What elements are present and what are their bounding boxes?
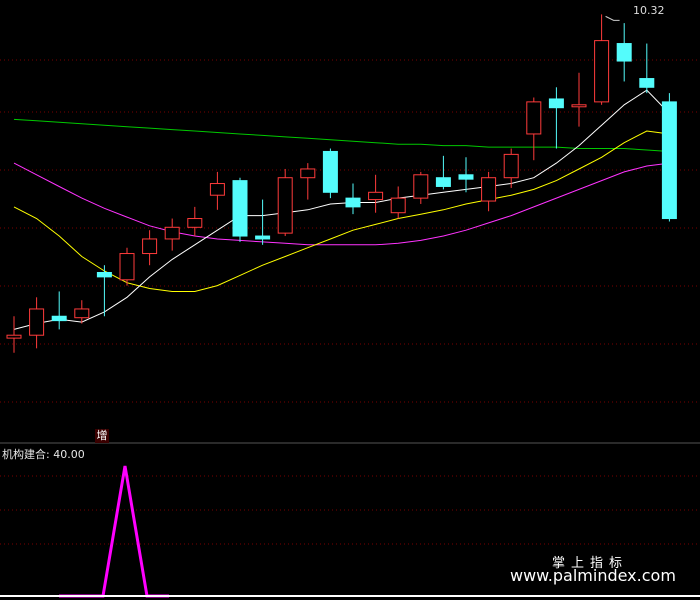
stock-chart (0, 14, 700, 598)
candle-18 (413, 171, 429, 204)
candle-25 (571, 72, 587, 127)
candle-26 (594, 14, 610, 105)
candle-1 (29, 297, 45, 349)
indicator-name: 机构建合 (2, 448, 46, 461)
indicator-line (59, 465, 169, 598)
candle-0 (6, 316, 22, 353)
candle-body-15 (345, 197, 361, 208)
candle-body-29 (661, 101, 677, 220)
increase-badge: 增 (95, 429, 109, 443)
candle-body-11 (255, 235, 271, 240)
candle-2 (51, 291, 67, 330)
candle-28 (639, 43, 655, 94)
ma-extra-line (13, 118, 670, 152)
candle-21 (481, 171, 497, 212)
candle-body-23 (526, 101, 542, 135)
candle-23 (526, 97, 542, 161)
candle-body-6 (142, 238, 158, 255)
high-marker (605, 15, 620, 21)
candle-body-21 (481, 177, 497, 202)
candle-10 (232, 177, 248, 242)
candle-body-3 (74, 308, 90, 319)
candle-body-27 (616, 43, 632, 62)
candle-15 (345, 183, 361, 215)
candle-body-13 (300, 168, 316, 179)
candle-body-26 (594, 40, 610, 103)
candlesticks (6, 14, 677, 353)
candle-body-0 (6, 334, 22, 339)
candle-body-25 (571, 104, 587, 108)
candle-17 (390, 186, 406, 219)
candle-body-19 (435, 177, 451, 187)
candle-body-10 (232, 180, 248, 237)
candle-7 (164, 218, 180, 251)
candle-24 (548, 87, 564, 149)
candle-body-14 (322, 150, 338, 193)
indicator-value: 40.00 (53, 448, 85, 461)
candle-14 (322, 148, 338, 199)
candle-body-24 (548, 98, 564, 109)
candle-29 (661, 93, 677, 222)
candle-body-8 (187, 218, 203, 228)
candle-11 (255, 199, 271, 245)
candle-16 (368, 174, 384, 213)
candle-8 (187, 206, 203, 237)
ma-long-line (13, 162, 670, 246)
candle-body-18 (413, 174, 429, 199)
grid-lines (0, 59, 700, 545)
indicator-panel (59, 465, 169, 598)
candle-body-5 (119, 253, 135, 281)
candle-20 (458, 157, 474, 193)
candle-body-2 (51, 315, 67, 322)
candle-27 (616, 23, 632, 82)
candle-body-1 (29, 308, 45, 336)
candle-body-9 (209, 183, 225, 196)
candle-9 (209, 171, 225, 210)
candle-6 (142, 230, 158, 266)
watermark-url: www.palmindex.com (510, 566, 676, 585)
candle-body-17 (390, 197, 406, 214)
candle-5 (119, 247, 135, 286)
candle-19 (435, 155, 451, 190)
candle-body-28 (639, 78, 655, 88)
candle-body-12 (277, 177, 293, 234)
moving-average-lines (13, 89, 670, 330)
high-price-label: 10.32 (633, 4, 665, 17)
candle-body-4 (96, 272, 112, 278)
candle-12 (277, 168, 293, 237)
indicator-label: 机构建合: 40.00 (2, 448, 85, 461)
candle-13 (300, 163, 316, 200)
candle-body-20 (458, 174, 474, 180)
candle-body-22 (503, 153, 519, 179)
candle-body-16 (368, 191, 384, 201)
candle-body-7 (164, 226, 180, 240)
